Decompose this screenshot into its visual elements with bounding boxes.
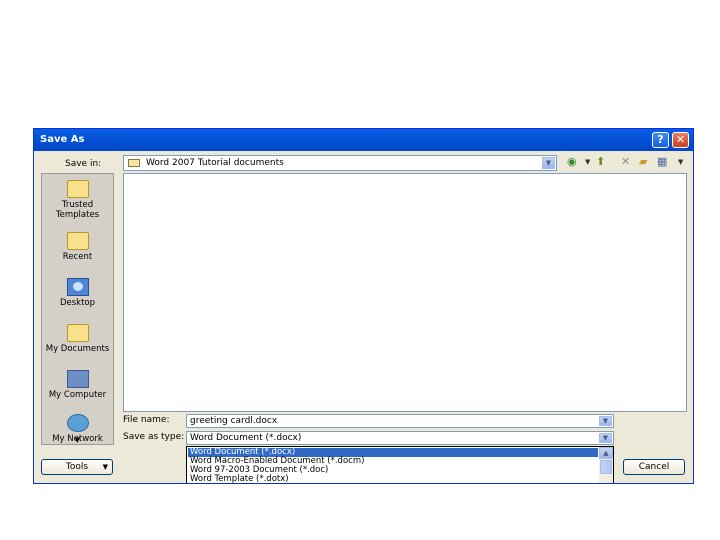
folder-icon: [66, 180, 89, 198]
views-dropdown-icon[interactable]: ▼: [678, 155, 683, 169]
my-computer-icon: [66, 370, 89, 388]
places-bar: Trusted Templates Recent Desktop My Docu…: [41, 173, 114, 445]
title-bar[interactable]: Save As ? ✕: [34, 129, 693, 151]
chevron-down-icon[interactable]: ▼: [542, 157, 555, 169]
place-label: Recent: [62, 252, 93, 262]
dropdown-scrollbar[interactable]: ▲: [599, 447, 613, 483]
cancel-button[interactable]: Cancel: [623, 459, 685, 475]
place-label: My Computer: [48, 390, 107, 400]
save-as-type-value: Word Document (*.docx): [190, 433, 302, 443]
place-my-documents[interactable]: My Documents: [42, 324, 113, 354]
scroll-up-icon[interactable]: ▲: [599, 447, 613, 459]
file-name-value: greeting cardl.docx: [190, 416, 278, 426]
my-documents-icon: [66, 324, 89, 342]
desktop-icon: [66, 278, 89, 296]
up-folder-icon[interactable]: ⬆: [596, 155, 605, 169]
place-desktop[interactable]: Desktop: [42, 278, 113, 308]
file-name-label: File name:: [123, 415, 170, 425]
folder-icon: [128, 159, 140, 167]
network-icon: [66, 414, 89, 432]
dropdown-option[interactable]: Word Template (*.dotx): [188, 475, 598, 484]
close-button[interactable]: ✕: [672, 132, 689, 148]
delete-icon[interactable]: ✕: [621, 155, 630, 169]
places-scroll-down-icon[interactable]: ▼: [42, 436, 113, 444]
place-recent[interactable]: Recent: [42, 232, 113, 262]
folder-icon: [66, 232, 89, 250]
chevron-down-icon[interactable]: ▼: [599, 433, 612, 443]
save-as-dialog: Save As ? ✕ Save in: Word 2007 Tutorial …: [33, 128, 694, 484]
file-name-input[interactable]: greeting cardl.docx ▼: [186, 414, 614, 428]
save-as-type-label: Save as type:: [123, 432, 185, 442]
back-dropdown-icon[interactable]: ▼: [585, 155, 590, 169]
file-list[interactable]: [123, 173, 687, 412]
chevron-down-icon: ▼: [102, 463, 108, 471]
place-label: My Documents: [45, 344, 110, 354]
scroll-thumb[interactable]: [600, 460, 612, 474]
tools-button[interactable]: Tools ▼: [41, 459, 113, 475]
back-icon[interactable]: ◉: [567, 155, 577, 169]
place-my-computer[interactable]: My Computer: [42, 370, 113, 400]
place-trusted-templates[interactable]: Trusted Templates: [42, 180, 113, 220]
save-in-combo[interactable]: Word 2007 Tutorial documents ▼: [123, 155, 557, 171]
tools-button-label: Tools: [65, 462, 89, 472]
save-as-type-select[interactable]: Word Document (*.docx) ▼: [186, 431, 614, 445]
place-label: Desktop: [59, 298, 96, 308]
save-in-value: Word 2007 Tutorial documents: [146, 158, 284, 168]
dialog-title: Save As: [40, 134, 85, 145]
new-folder-icon[interactable]: ▰: [639, 155, 647, 169]
views-icon[interactable]: ▦: [657, 155, 667, 169]
chevron-down-icon[interactable]: ▼: [599, 416, 612, 426]
help-button[interactable]: ?: [652, 132, 669, 148]
save-in-label: Save in:: [65, 159, 102, 169]
save-as-type-dropdown: Word Document (*.docx) Word Macro-Enable…: [186, 446, 614, 484]
place-label: Trusted Templates: [55, 200, 100, 220]
